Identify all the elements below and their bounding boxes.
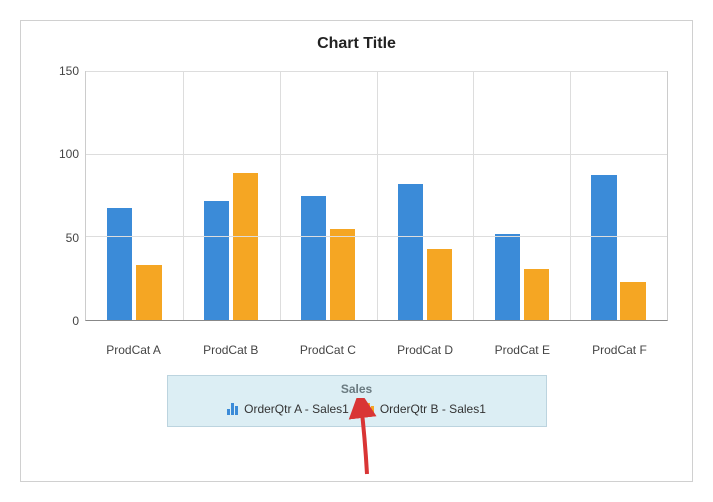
bar-series-1 xyxy=(620,282,645,320)
x-tick-label: ProdCat B xyxy=(182,341,279,357)
legend-items: OrderQtr A - Sales1 OrderQtr B - Sales1 xyxy=(178,402,536,416)
bar-series-0 xyxy=(398,184,423,320)
legend-item: OrderQtr B - Sales1 xyxy=(363,402,486,416)
legend-box: Sales OrderQtr A - Sales1 OrderQtr B - Sa… xyxy=(167,375,547,427)
x-tick-label: ProdCat E xyxy=(474,341,571,357)
plot-area xyxy=(85,71,668,321)
bar-series-1 xyxy=(427,249,452,320)
x-tick-label: ProdCat A xyxy=(85,341,182,357)
category-column xyxy=(86,72,183,320)
x-tick-label: ProdCat C xyxy=(279,341,376,357)
y-tick-label: 100 xyxy=(59,147,79,161)
bar-series-1 xyxy=(524,269,549,320)
y-tick-label: 50 xyxy=(66,231,79,245)
plot-wrap xyxy=(85,61,668,341)
x-tick-label: ProdCat D xyxy=(377,341,474,357)
category-column xyxy=(570,72,667,320)
category-column xyxy=(376,72,473,320)
chart-frame: Chart Title 0 50 100 150 ProdCat AProdCat B… xyxy=(20,20,693,482)
category-column xyxy=(473,72,570,320)
bar-series-0 xyxy=(591,175,616,320)
bar-series-0 xyxy=(107,208,132,320)
chart-title: Chart Title xyxy=(45,35,668,53)
legend-item: OrderQtr A - Sales1 xyxy=(227,402,349,416)
legend-title: Sales xyxy=(178,382,536,396)
x-tick-label: ProdCat F xyxy=(571,341,668,357)
legend-item-label: OrderQtr B - Sales1 xyxy=(380,402,486,416)
category-column xyxy=(280,72,377,320)
bar-series-1 xyxy=(136,265,161,320)
bar-chart-icon xyxy=(227,403,238,415)
y-tick-label: 0 xyxy=(72,314,79,328)
bar-series-0 xyxy=(301,196,326,320)
x-axis: ProdCat AProdCat BProdCat CProdCat DProd… xyxy=(85,341,668,357)
bar-series-1 xyxy=(330,229,355,320)
legend-item-label: OrderQtr A - Sales1 xyxy=(244,402,349,416)
bar-series-0 xyxy=(495,234,520,320)
y-tick-label: 150 xyxy=(59,64,79,78)
chart-body: 0 50 100 150 xyxy=(45,61,668,341)
bar-series-1 xyxy=(233,173,258,320)
bar-chart-icon xyxy=(363,403,374,415)
category-column xyxy=(183,72,280,320)
y-axis: 0 50 100 150 xyxy=(45,61,85,341)
bar-series-0 xyxy=(204,201,229,320)
